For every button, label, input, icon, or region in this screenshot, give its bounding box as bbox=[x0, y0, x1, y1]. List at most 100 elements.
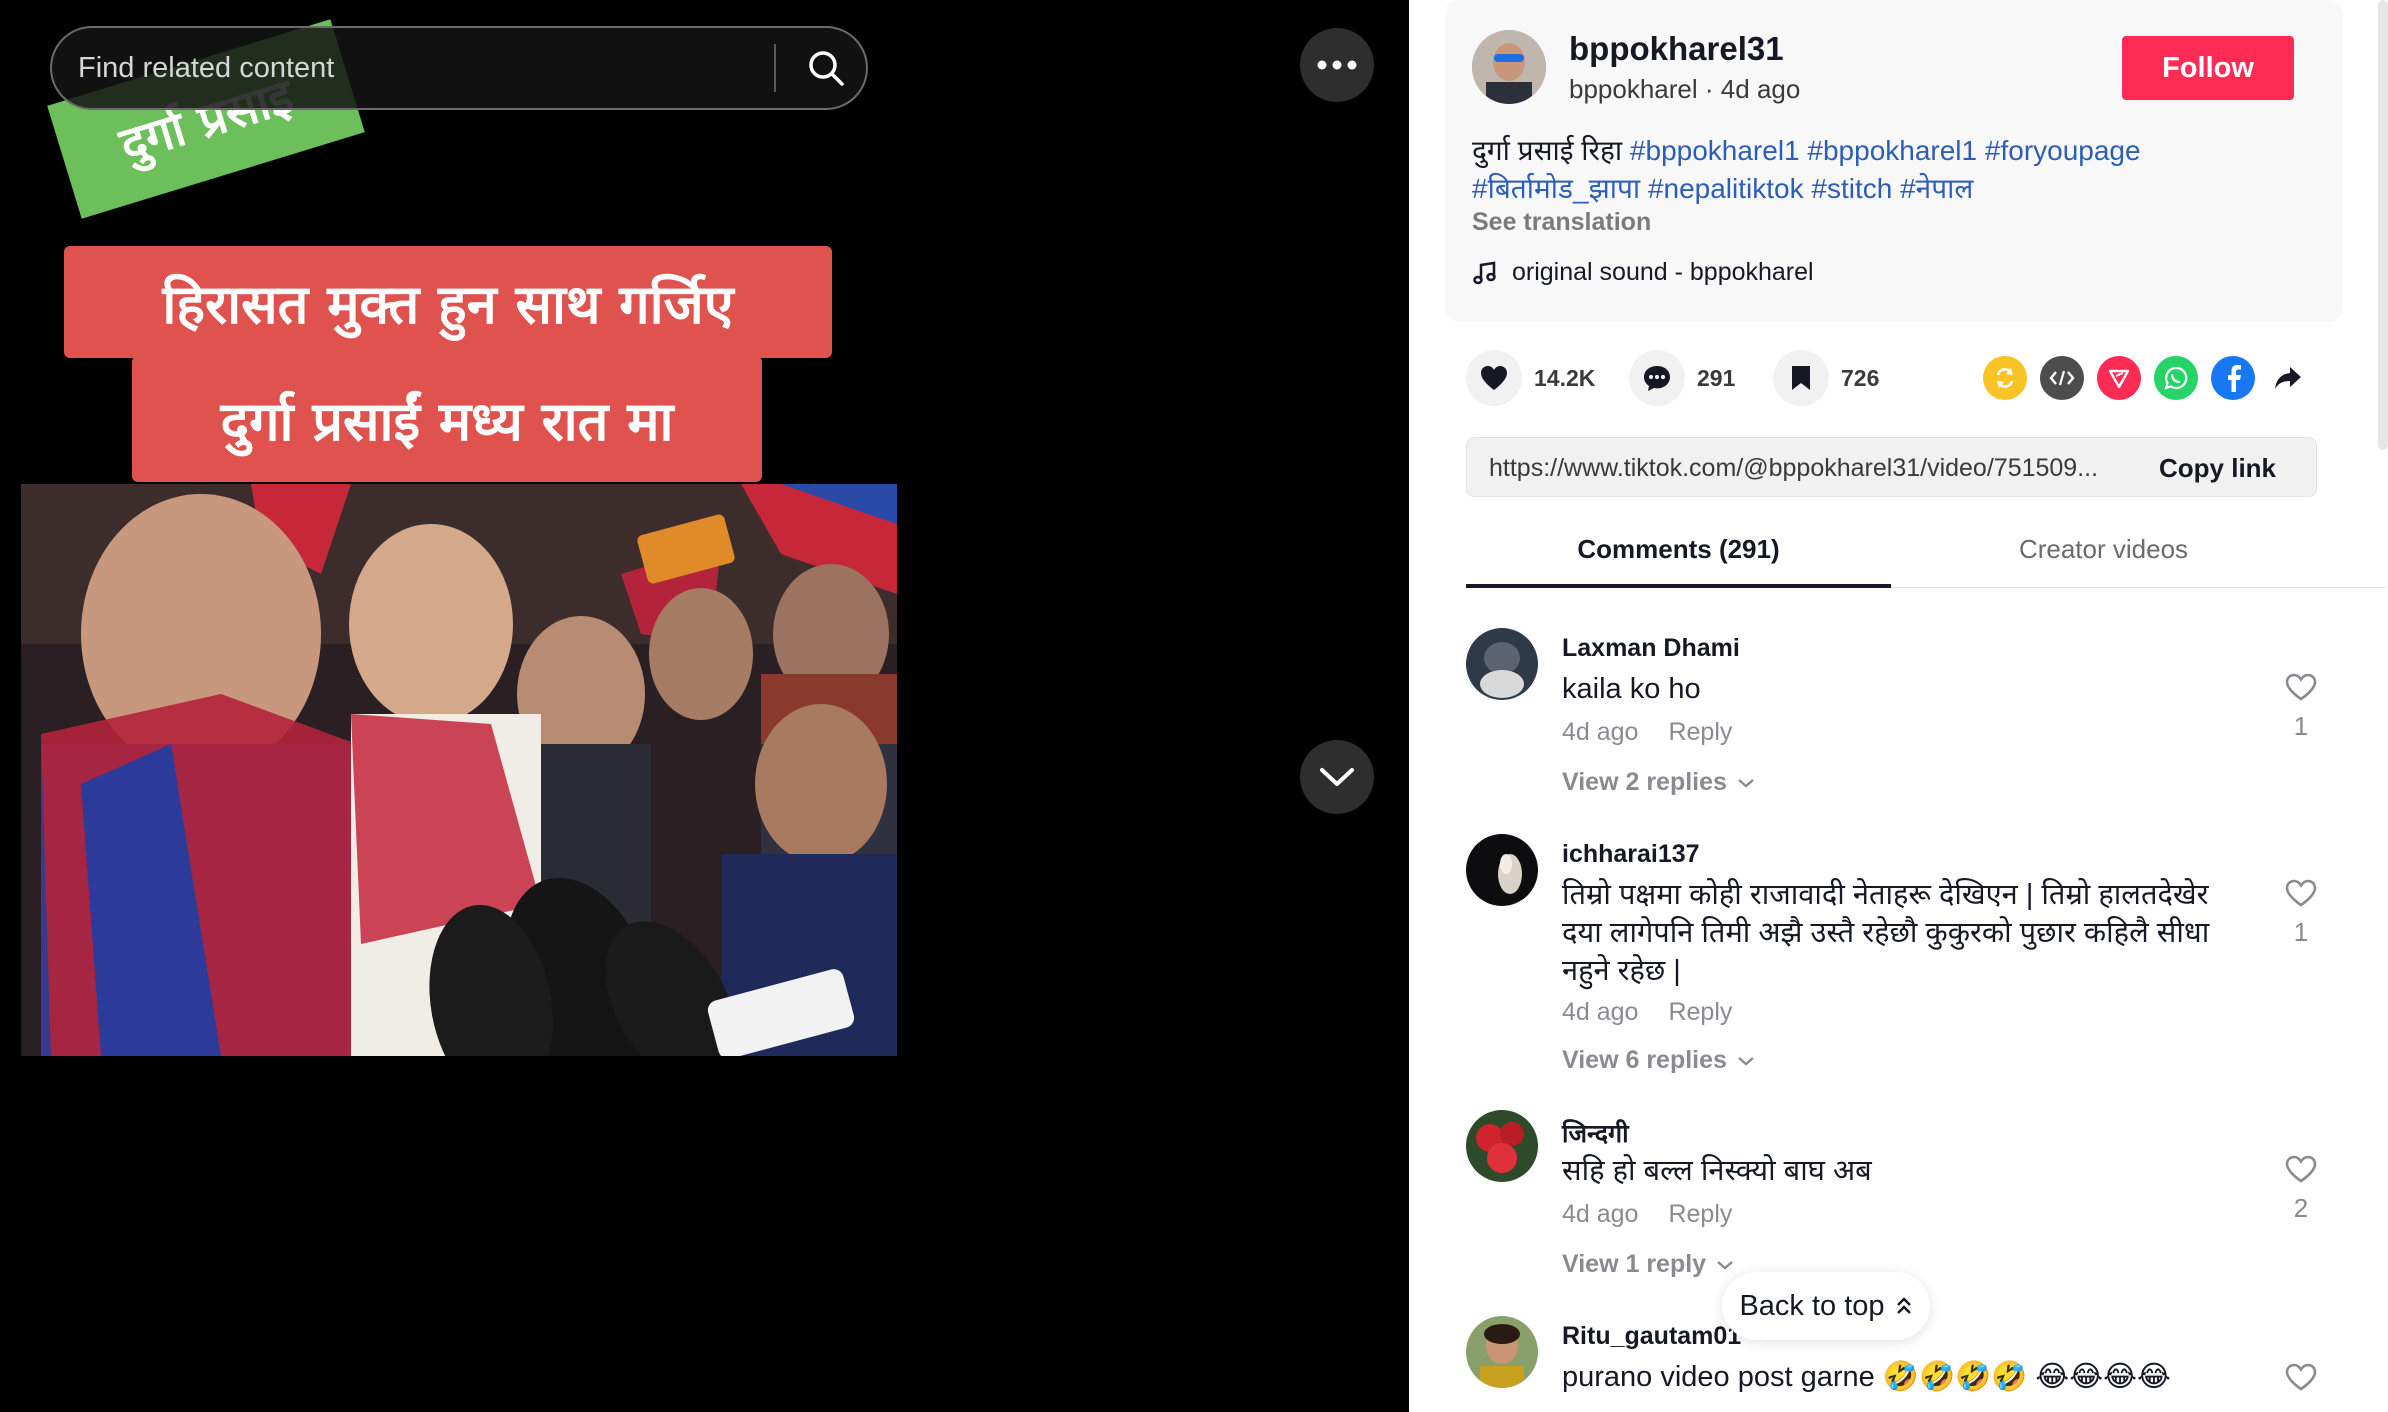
author-name[interactable]: bppokharel bbox=[1569, 74, 1698, 104]
heart-outline-icon bbox=[2285, 673, 2317, 701]
comment-avatar[interactable] bbox=[1466, 1110, 1538, 1182]
hashtag-link[interactable]: #foryoupage bbox=[1985, 135, 2141, 166]
hashtag-link[interactable]: #bppokharel1 bbox=[1807, 135, 1977, 166]
save-button[interactable] bbox=[1773, 350, 1829, 406]
see-translation-link[interactable]: See translation bbox=[1472, 208, 1651, 237]
send-icon[interactable] bbox=[2097, 356, 2141, 400]
hashtag-link[interactable]: #नेपाल bbox=[1900, 173, 1973, 204]
send-glyph bbox=[2108, 369, 2130, 389]
commenter-avatar-image bbox=[1466, 1316, 1538, 1388]
reply-button[interactable]: Reply bbox=[1668, 998, 1732, 1027]
commenter-avatar-image bbox=[1466, 834, 1538, 906]
hashtag-link[interactable]: #बिर्तामोड_झापा bbox=[1472, 173, 1640, 204]
comment-meta: 4d ago Reply bbox=[1562, 998, 1732, 1027]
comment-item: Laxman Dhami kaila ko ho 4d ago Reply Vi… bbox=[1466, 628, 2336, 808]
caption-text: दुर्गा प्रसाई रिहा bbox=[1472, 135, 1623, 166]
comment-avatar[interactable] bbox=[1466, 834, 1538, 906]
comment-button[interactable] bbox=[1629, 350, 1685, 406]
reply-button[interactable]: Reply bbox=[1668, 718, 1732, 747]
chevron-down-icon bbox=[1717, 1260, 1733, 1270]
comment-avatar[interactable] bbox=[1466, 628, 1538, 700]
heart-outline-icon bbox=[2285, 1155, 2317, 1183]
video-link-url[interactable]: https://www.tiktok.com/@bppokharel31/vid… bbox=[1489, 454, 2129, 483]
copy-link-button[interactable]: Copy link bbox=[2159, 453, 2276, 484]
comment-text: सहि हो बल्ल निस्क्यो बाघ अब bbox=[1562, 1155, 1872, 1187]
comment-item: ichharai137 तिम्रो पक्षमा कोही राजावादी … bbox=[1466, 834, 2336, 1074]
tab-creator-videos[interactable]: Creator videos bbox=[1891, 534, 2316, 565]
like-action[interactable]: 14.2K bbox=[1466, 350, 1595, 406]
tab-bar: Comments (291) Creator videos bbox=[1466, 518, 2386, 588]
comment-avatar[interactable] bbox=[1466, 1316, 1538, 1388]
comment-like-button[interactable]: 1 bbox=[2276, 878, 2326, 948]
heart-outline-icon bbox=[2285, 1363, 2317, 1391]
search-icon bbox=[809, 51, 844, 86]
whatsapp-icon[interactable] bbox=[2154, 356, 2198, 400]
comment-age: 4d ago bbox=[1562, 1200, 1639, 1228]
view-replies-button[interactable]: View 2 replies bbox=[1562, 768, 1755, 797]
comment-like-count: 1 bbox=[2293, 917, 2309, 947]
like-count: 14.2K bbox=[1534, 364, 1596, 391]
separator-dot: · bbox=[1704, 74, 1714, 104]
sound-name: original sound - bppokharel bbox=[1512, 258, 1814, 286]
hashtag-link[interactable]: #stitch bbox=[1811, 173, 1892, 204]
comment-like-button[interactable]: 2 bbox=[2276, 1154, 2326, 1224]
sound-link[interactable]: original sound - bppokharel bbox=[1472, 258, 1814, 287]
comment-username[interactable]: Laxman Dhami bbox=[1562, 634, 1740, 663]
view-replies-button[interactable]: View 1 reply bbox=[1562, 1250, 1734, 1279]
comment-age: 4d ago bbox=[1562, 718, 1639, 746]
commenter-avatar-image bbox=[1466, 628, 1538, 700]
facebook-icon[interactable] bbox=[2211, 356, 2255, 400]
hashtag-link[interactable]: #nepalitiktok bbox=[1648, 173, 1804, 204]
comment-username[interactable]: ichharai137 bbox=[1562, 840, 1700, 869]
share-arrow-glyph bbox=[2275, 367, 2301, 389]
bookmark-icon bbox=[1792, 366, 1810, 390]
video-player[interactable]: दुर्गा प्रसाइ हिरासत मुक्त हुन साथ गर्जि… bbox=[0, 0, 1409, 1412]
search-button[interactable] bbox=[792, 34, 860, 102]
comment-icon bbox=[1644, 366, 1670, 391]
video-frame[interactable] bbox=[21, 484, 897, 1056]
video-scene-image bbox=[21, 484, 897, 1056]
author-handle[interactable]: bppokharel31 bbox=[1569, 30, 1784, 68]
active-tab-indicator bbox=[1466, 584, 1891, 588]
save-action[interactable]: 726 bbox=[1773, 350, 1879, 406]
back-to-top-button[interactable]: Back to top bbox=[1722, 1272, 1930, 1340]
comment-action[interactable]: 291 bbox=[1629, 350, 1735, 406]
hashtag-link[interactable]: #bppokharel1 bbox=[1630, 135, 1800, 166]
comment-count: 291 bbox=[1697, 364, 1736, 391]
comment-username[interactable]: Ritu_gautam01 bbox=[1562, 1322, 1741, 1351]
view-replies-label: View 6 replies bbox=[1562, 1046, 1727, 1074]
comment-meta: 4d ago Reply bbox=[1562, 718, 1732, 747]
more-options-button[interactable] bbox=[1300, 28, 1374, 102]
video-link-box: https://www.tiktok.com/@bppokharel31/vid… bbox=[1466, 437, 2317, 497]
author-subline: bppokharel · 4d ago bbox=[1569, 74, 1800, 105]
double-chevron-up-icon bbox=[1896, 1297, 1911, 1314]
repost-icon[interactable] bbox=[1983, 356, 2027, 400]
chevron-down-icon bbox=[1738, 778, 1754, 788]
author-avatar-image bbox=[1472, 30, 1546, 104]
sidebar-scrollbar[interactable] bbox=[2378, 0, 2388, 450]
comment-like-count: 2 bbox=[2293, 1193, 2309, 1223]
view-replies-label: View 2 replies bbox=[1562, 768, 1727, 796]
embed-icon[interactable] bbox=[2040, 356, 2084, 400]
follow-button[interactable]: Follow bbox=[2122, 36, 2294, 100]
view-replies-label: View 1 reply bbox=[1562, 1250, 1707, 1278]
next-video-button[interactable] bbox=[1300, 740, 1374, 814]
back-to-top-label: Back to top bbox=[1739, 1289, 1885, 1322]
comment-meta: 4d ago Reply bbox=[1562, 1200, 1732, 1229]
comment-username[interactable]: जिन्दगी bbox=[1562, 1116, 1629, 1150]
like-button[interactable] bbox=[1466, 350, 1522, 406]
reply-button[interactable]: Reply bbox=[1668, 1200, 1732, 1229]
video-overlay-banner-line2: दुर्गा प्रसाईं मध्य रात मा bbox=[132, 356, 762, 482]
more-horizontal-icon bbox=[1317, 60, 1357, 70]
tab-comments[interactable]: Comments (291) bbox=[1466, 534, 1891, 565]
search-input[interactable] bbox=[78, 28, 798, 108]
heart-outline-icon bbox=[2285, 879, 2317, 907]
music-note-icon bbox=[1473, 261, 1496, 284]
comment-like-button[interactable]: 1 bbox=[2276, 672, 2326, 742]
view-replies-button[interactable]: View 6 replies bbox=[1562, 1046, 1755, 1075]
comment-like-button[interactable] bbox=[2276, 1362, 2326, 1397]
share-arrow-icon[interactable] bbox=[2266, 356, 2310, 400]
author-avatar[interactable] bbox=[1472, 30, 1546, 104]
repost-glyph bbox=[1996, 368, 2014, 388]
comment-text: तिम्रो पक्षमा कोही राजावादी नेताहरू देखि… bbox=[1562, 879, 2210, 987]
